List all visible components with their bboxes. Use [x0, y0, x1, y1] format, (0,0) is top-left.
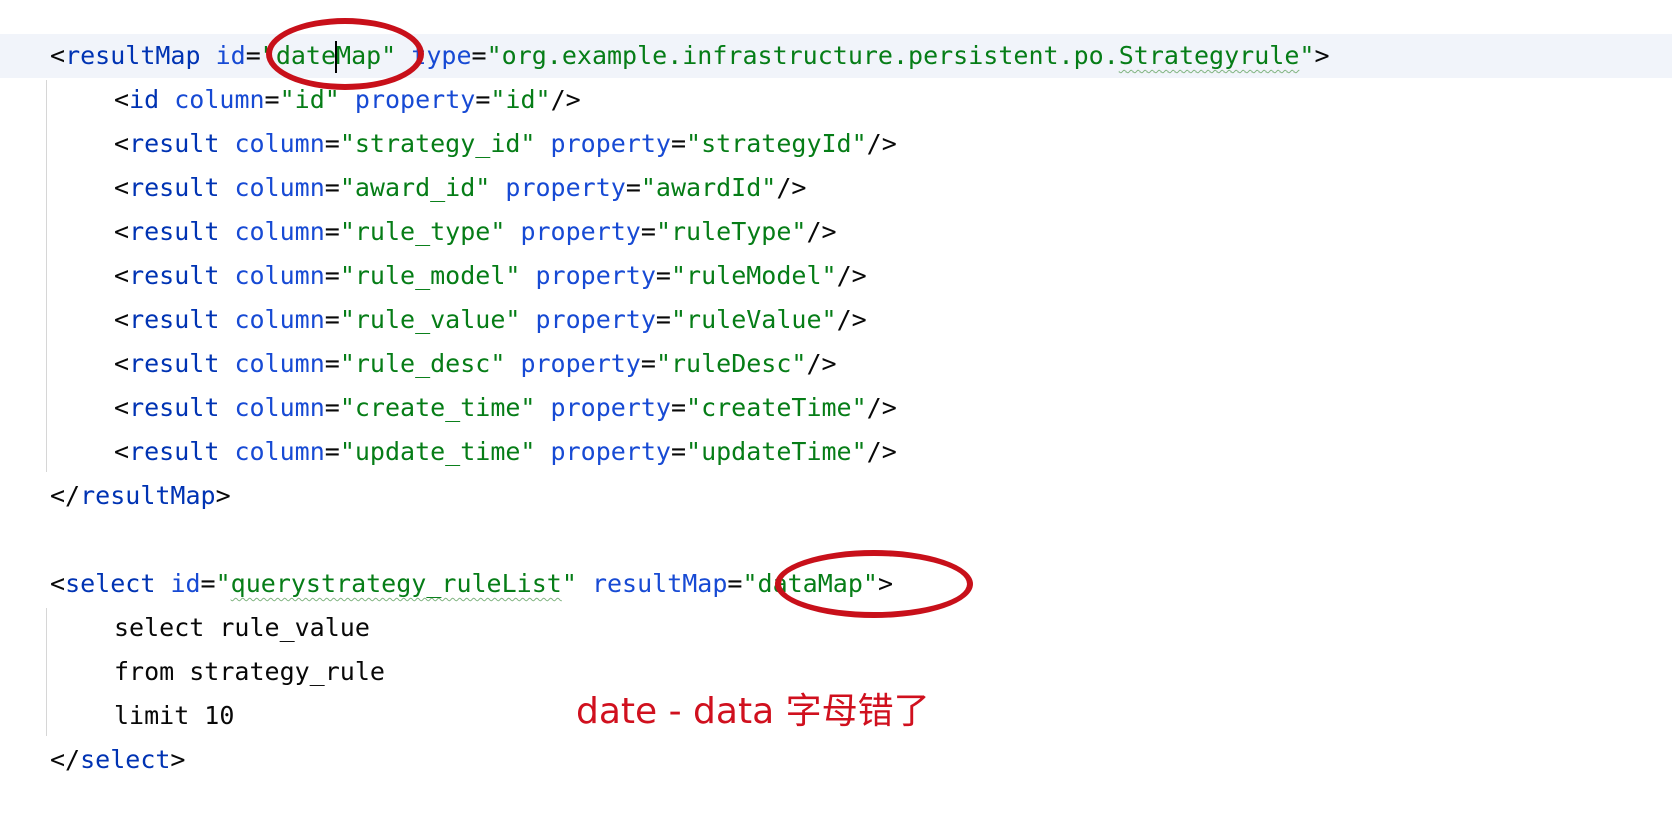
attr-value-property: "ruleValue"	[670, 305, 837, 334]
attr-name: property	[550, 393, 671, 422]
tag-name: resultMap	[65, 41, 201, 70]
code-line-result[interactable]: <result column="strategy_id" property="s…	[0, 122, 1672, 166]
attr-value-property: "id"	[490, 85, 551, 114]
attr-value-property: "updateTime"	[686, 437, 867, 466]
attr-name: property	[505, 173, 626, 202]
attr-value-column: "create_time"	[339, 393, 536, 422]
attr-value-column: "strategy_id"	[339, 129, 536, 158]
attr-value-column: "rule_type"	[339, 217, 506, 246]
sql-text: select rule_value	[114, 613, 370, 642]
attr-name: property	[520, 217, 641, 246]
tag-name: result	[129, 129, 220, 158]
attr-value-column: "award_id"	[339, 173, 491, 202]
tag-name: select	[65, 569, 156, 598]
sql-text: limit 10	[114, 701, 235, 730]
tag-name: id	[129, 85, 160, 114]
sql-text: from strategy_rule	[114, 657, 385, 686]
attr-name: column	[234, 393, 325, 422]
tag-name: result	[129, 173, 220, 202]
tag-name: result	[129, 349, 220, 378]
attr-name: column	[234, 261, 325, 290]
indent-guide	[46, 608, 47, 736]
attr-name: property	[354, 85, 476, 114]
attr-value-select-id: querystrategy_ruleList	[230, 569, 562, 598]
attr-value-property: "awardId"	[640, 173, 777, 202]
attr-name: resultMap	[591, 569, 728, 598]
code-line-result[interactable]: <result column="award_id" property="awar…	[0, 166, 1672, 210]
red-circle-datamap	[775, 550, 973, 618]
attr-value-column: "rule_desc"	[339, 349, 506, 378]
code-line-id[interactable]: <id column="id" property="id"/>	[0, 78, 1672, 122]
attr-value-type-suffix: "	[1299, 41, 1315, 70]
red-circle-datemap	[266, 18, 424, 90]
attr-name: id	[215, 41, 246, 70]
attr-value-property: "ruleModel"	[670, 261, 837, 290]
code-line-result[interactable]: <result column="update_time" property="u…	[0, 430, 1672, 474]
indent-guide	[46, 80, 47, 472]
tag-name: resultMap	[80, 481, 216, 510]
attr-value-column: "rule_model"	[339, 261, 521, 290]
code-line-result[interactable]: <result column="rule_value" property="ru…	[0, 298, 1672, 342]
attr-value-property: "strategyId"	[686, 129, 867, 158]
code-line-result[interactable]: <result column="rule_type" property="rul…	[0, 210, 1672, 254]
attr-name: property	[550, 129, 671, 158]
tag-name: result	[129, 261, 220, 290]
attr-name: property	[535, 305, 656, 334]
attr-value-property: "createTime"	[686, 393, 867, 422]
code-line-select-close[interactable]: </select>	[0, 738, 1672, 782]
attr-value-column: "update_time"	[339, 437, 536, 466]
code-line-result[interactable]: <result column="rule_desc" property="rul…	[0, 342, 1672, 386]
attr-value-property: "ruleDesc"	[655, 349, 807, 378]
code-line-resultmap-close[interactable]: </resultMap>	[0, 474, 1672, 518]
tag-name: select	[80, 745, 171, 774]
code-line-resultmap-open[interactable]: <resultMap id="dateMap" type="org.exampl…	[0, 34, 1672, 78]
attr-name: column	[174, 85, 265, 114]
tag-name: result	[129, 393, 220, 422]
attr-name: property	[550, 437, 671, 466]
attr-name: id	[170, 569, 201, 598]
attr-name: property	[520, 349, 641, 378]
attr-value-column: "rule_value"	[339, 305, 521, 334]
attr-name: column	[234, 217, 325, 246]
attr-name: column	[234, 305, 325, 334]
tag-name: result	[129, 305, 220, 334]
attr-name: column	[234, 349, 325, 378]
annotation-note: date - data 字母错了	[576, 691, 930, 732]
attr-value-quote: "	[215, 569, 231, 598]
attr-value-quote: "	[561, 569, 577, 598]
tag-name: result	[129, 437, 220, 466]
attr-name: property	[535, 261, 656, 290]
code-editor[interactable]: <resultMap id="dateMap" type="org.exampl…	[0, 0, 1672, 816]
attr-value-type-prefix: "org.example.infrastructure.persistent.p…	[486, 41, 1119, 70]
attr-value-type-flagged: Strategyrule	[1118, 41, 1300, 70]
code-line-result[interactable]: <result column="rule_model" property="ru…	[0, 254, 1672, 298]
attr-value-property: "ruleType"	[655, 217, 807, 246]
attr-name: column	[234, 173, 325, 202]
attr-name: column	[234, 129, 325, 158]
tag-name: result	[129, 217, 220, 246]
code-line-result[interactable]: <result column="create_time" property="c…	[0, 386, 1672, 430]
attr-name: column	[234, 437, 325, 466]
